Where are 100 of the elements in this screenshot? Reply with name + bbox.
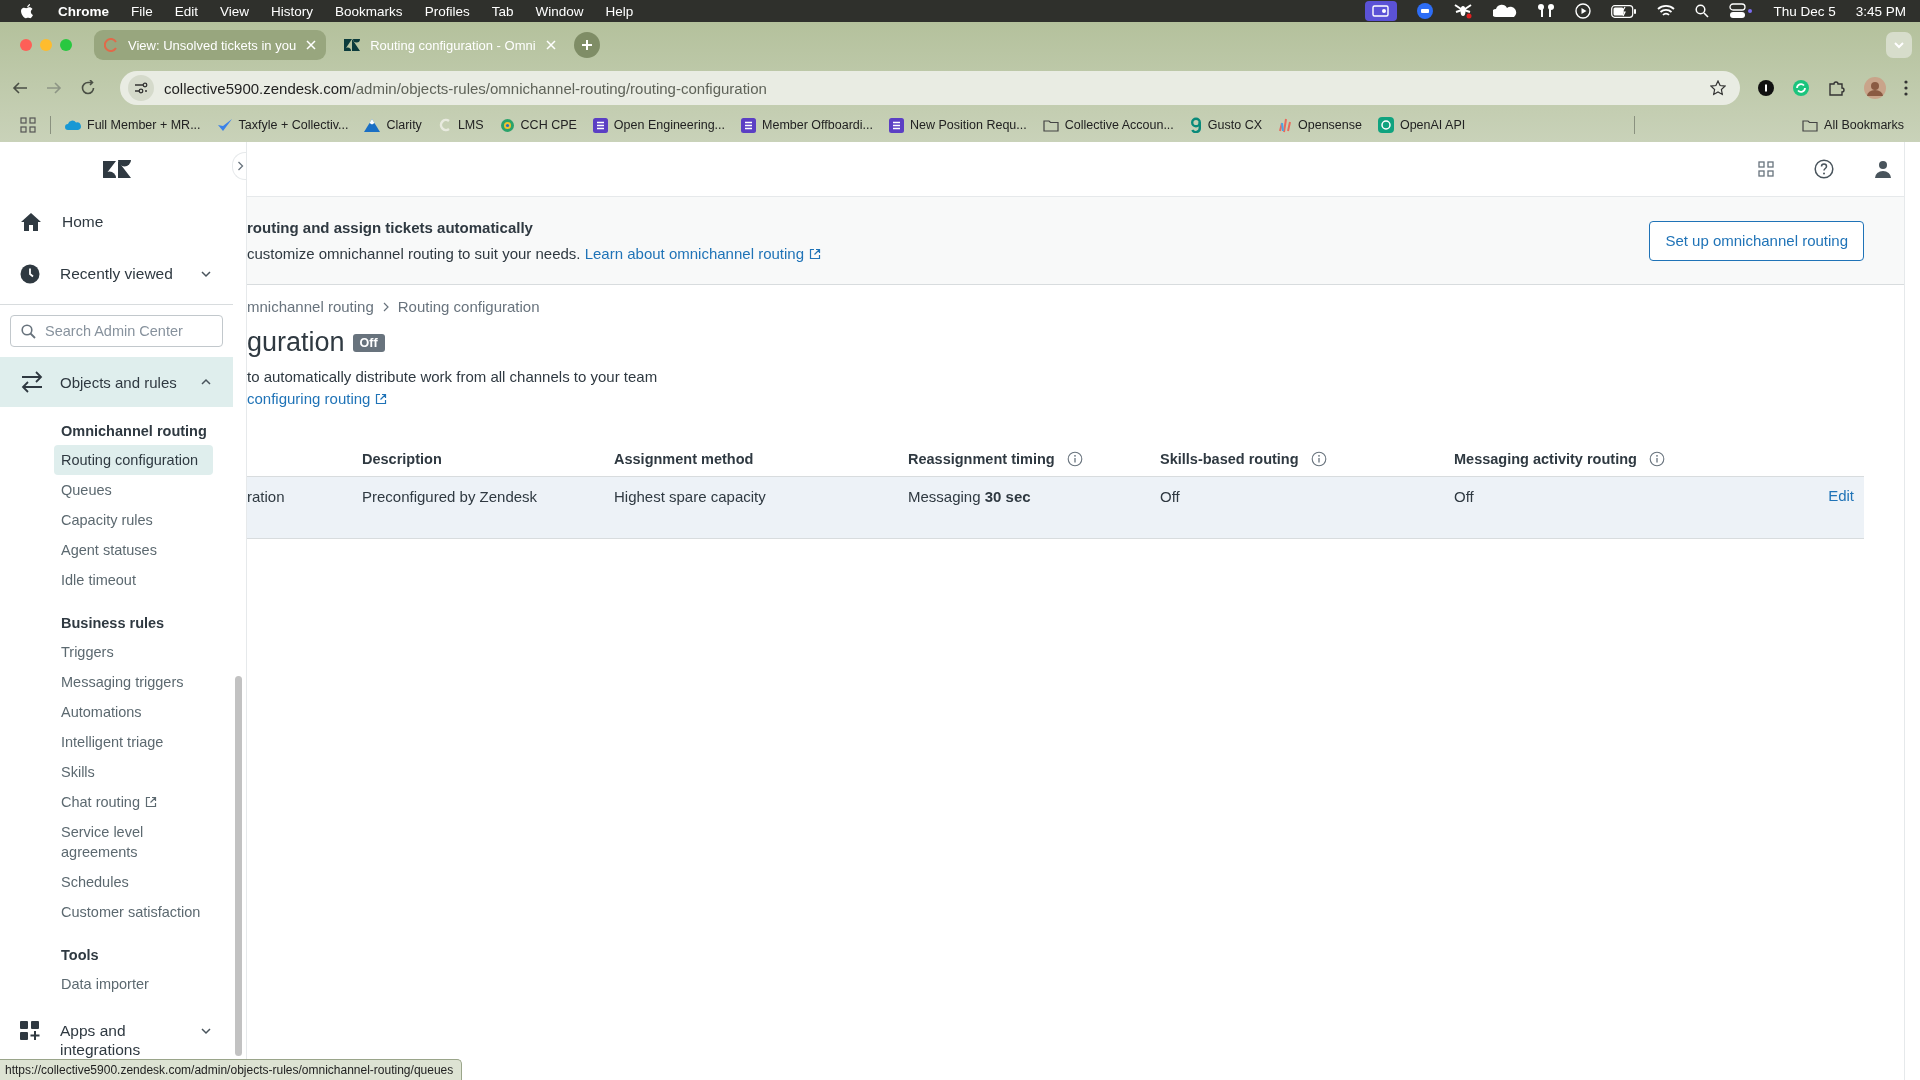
nav-link[interactable]: Routing configuration: [54, 445, 213, 475]
menu-icon[interactable]: [1904, 80, 1908, 96]
info-icon[interactable]: [1648, 450, 1665, 467]
menu-item[interactable]: Profiles: [424, 3, 470, 19]
nav-link[interactable]: Messaging triggers: [54, 667, 213, 697]
control-center-icon[interactable]: [1729, 3, 1754, 19]
menu-item[interactable]: Edit: [174, 3, 199, 19]
apple-logo-icon[interactable]: [20, 3, 34, 19]
bookmark-link[interactable]: CCH CPE: [520, 118, 577, 132]
bookmark-link[interactable]: LMS: [457, 118, 484, 132]
bookmark-link[interactable]: New Position Requ...: [910, 118, 1027, 132]
bookmark-link[interactable]: Member Offboardi...: [762, 118, 873, 132]
video-call-icon[interactable]: [1417, 3, 1434, 19]
collapse-sidebar-button[interactable]: [232, 152, 246, 180]
nav-category[interactable]: Objects and rules: [0, 357, 233, 407]
bookmark-link[interactable]: Clarity: [386, 118, 422, 132]
wifi-icon[interactable]: [1657, 4, 1676, 18]
bug-icon[interactable]: [1453, 3, 1474, 19]
menu-item[interactable]: Help: [605, 3, 634, 19]
nav-link[interactable]: Service level agreements: [54, 817, 213, 867]
close-tab-icon[interactable]: [306, 40, 317, 50]
breadcrumb-link[interactable]: mnichannel routing: [247, 298, 374, 315]
nav-link[interactable]: Idle timeout: [54, 565, 213, 595]
nav-link[interactable]: Data importer: [54, 969, 213, 999]
play-icon[interactable]: [1575, 3, 1592, 19]
menu-item[interactable]: Window: [535, 3, 584, 19]
nav-link[interactable]: Chat routing: [54, 787, 213, 817]
password-manager-icon[interactable]: [1758, 80, 1774, 96]
table-cell-text: ration: [247, 487, 286, 507]
bookmark-star-icon[interactable]: [1710, 80, 1726, 96]
bookmark-link[interactable]: Taxfyle + Collectiv...: [238, 118, 349, 132]
section-heading: Tools: [60, 946, 100, 965]
bookmark-link[interactable]: OpenAI API: [1399, 118, 1466, 132]
screen-share-icon[interactable]: [1365, 1, 1398, 21]
status-badge: Off: [352, 333, 385, 352]
menu-item[interactable]: View: [220, 3, 250, 19]
back-icon[interactable]: [12, 80, 28, 96]
apps-grid-icon[interactable]: [1758, 161, 1774, 177]
bookmark-link[interactable]: Opensense: [1298, 118, 1362, 132]
extensions-icon[interactable]: [1828, 79, 1846, 97]
zendesk-logo-icon: [344, 38, 361, 52]
page-description: to automatically distribute work from all channels to your team: [247, 368, 659, 385]
all-bookmarks-link[interactable]: All Bookmarks: [1824, 118, 1904, 132]
nav-link[interactable]: Capacity rules: [54, 505, 213, 535]
zendesk-logo[interactable]: [102, 159, 131, 179]
bars-icon: [1278, 117, 1292, 133]
bookmark-link[interactable]: Gusto CX: [1207, 118, 1262, 132]
help-icon[interactable]: [1814, 159, 1834, 179]
earbuds-icon[interactable]: [1537, 3, 1556, 19]
user-icon[interactable]: [1874, 160, 1892, 178]
chevron-right-icon: [381, 301, 390, 312]
nav-link[interactable]: Customer satisfaction: [54, 897, 213, 927]
nav-link[interactable]: Agent statuses: [54, 535, 213, 565]
nav-link[interactable]: Schedules: [54, 867, 213, 897]
setup-routing-button[interactable]: Set up omnichannel routing: [1649, 220, 1864, 261]
external-link-icon: [375, 393, 388, 405]
info-icon[interactable]: [1066, 450, 1083, 467]
folder-icon[interactable]: [1802, 118, 1819, 132]
folder-icon[interactable]: [1042, 118, 1059, 132]
plus-icon: [580, 39, 593, 51]
nav-link[interactable]: Intelligent triage: [54, 727, 213, 757]
search-field[interactable]: Search Admin Center: [10, 315, 223, 347]
search-icon[interactable]: [1695, 4, 1710, 18]
nav-item[interactable]: Home: [0, 196, 233, 248]
external-link-icon: [809, 248, 821, 260]
cloud-icon[interactable]: [1493, 4, 1518, 18]
battery-icon: [1611, 4, 1638, 18]
menu-item[interactable]: Tab: [491, 3, 514, 19]
site-settings-icon[interactable]: [134, 81, 148, 95]
app-menu[interactable]: Chrome: [58, 3, 109, 19]
hook-icon: [1189, 117, 1202, 133]
clock-icon: [20, 264, 40, 284]
arrows-icon: [20, 371, 44, 393]
section-heading: Business rules: [60, 614, 166, 633]
help-link[interactable]: configuring routing: [247, 390, 388, 407]
apps-grid-icon[interactable]: [20, 117, 36, 133]
nav-link[interactable]: Skills: [54, 757, 213, 787]
bookmark-link[interactable]: Open Engineering...: [613, 118, 726, 132]
menu-item[interactable]: File: [131, 3, 153, 19]
new-tab-button[interactable]: [573, 32, 600, 58]
nav-item[interactable]: Apps and integrations: [0, 1009, 233, 1059]
reload-icon[interactable]: [80, 80, 96, 96]
bookmark-link[interactable]: Collective Accoun...: [1064, 118, 1174, 132]
info-icon[interactable]: [1310, 450, 1327, 467]
search-icon: [21, 324, 36, 339]
address-bar[interactable]: collective5900.zendesk.com/admin/objects-rules/omnichannel-routing/routing-configuration: [120, 71, 1740, 105]
nav-link[interactable]: Queues: [54, 475, 213, 505]
learn-more-link[interactable]: Learn about omnichannel routing: [584, 245, 821, 262]
edit-link[interactable]: Edit: [1828, 487, 1864, 504]
menu-item[interactable]: Bookmarks: [335, 3, 403, 19]
menu-item[interactable]: History: [271, 3, 314, 19]
bookmark-link[interactable]: Full Member + MR...: [87, 118, 201, 132]
banner-title: routing and assign tickets automatically: [247, 219, 534, 236]
chevron-right-icon: [236, 161, 244, 171]
list-icon: [889, 117, 904, 133]
nav-link[interactable]: Triggers: [54, 637, 213, 667]
profile-avatar[interactable]: [1864, 77, 1886, 99]
nav-link[interactable]: Automations: [54, 697, 213, 727]
table-row[interactable]: ration Preconfigured by Zendesk Highest spare capacity Messaging 30 sec Off Off Edit: [247, 477, 1864, 539]
nav-item[interactable]: Recently viewed: [0, 248, 233, 300]
